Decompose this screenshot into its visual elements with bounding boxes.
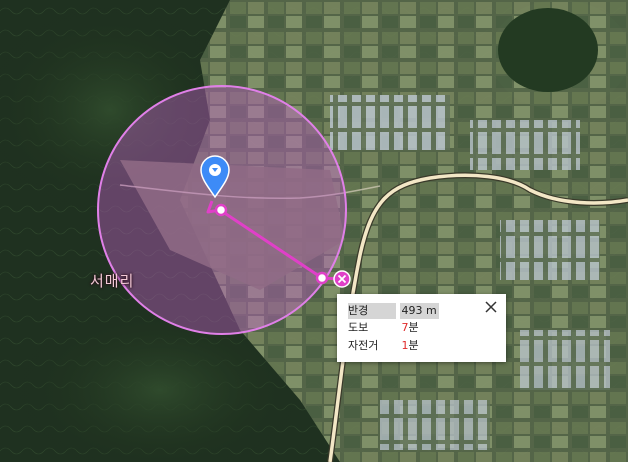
greenhouse-block bbox=[470, 120, 580, 170]
route-end-point[interactable] bbox=[315, 271, 329, 285]
bike-unit: 분 bbox=[408, 339, 419, 352]
bike-minutes: 1 bbox=[401, 339, 409, 352]
close-icon[interactable] bbox=[484, 300, 498, 314]
greenhouse-block bbox=[380, 400, 490, 450]
greenhouse-block bbox=[520, 330, 610, 390]
greenhouse-block bbox=[330, 95, 450, 150]
greenhouse-block bbox=[500, 220, 600, 280]
bike-time: 1분 bbox=[400, 338, 421, 354]
radius-row: 반경 493 m bbox=[348, 303, 439, 319]
walk-minutes: 7 bbox=[401, 321, 409, 334]
walk-row: 도보 7분 bbox=[348, 320, 421, 336]
bike-row: 자전거 1분 bbox=[348, 338, 421, 354]
wooded-knoll bbox=[498, 8, 598, 92]
distance-info-panel: 반경 493 m 도보 7분 자전거 1분 bbox=[337, 294, 506, 362]
route-start-point[interactable] bbox=[214, 203, 228, 217]
place-name-label: 서매리 bbox=[90, 272, 135, 290]
satellite-map[interactable] bbox=[0, 0, 628, 462]
walk-time: 7분 bbox=[400, 320, 421, 336]
bike-label: 자전거 bbox=[348, 339, 379, 352]
walk-label: 도보 bbox=[348, 321, 369, 334]
radius-value: 493 m bbox=[399, 303, 439, 319]
remove-point-icon[interactable] bbox=[333, 270, 351, 288]
radius-label: 반경 bbox=[348, 303, 396, 319]
walk-unit: 분 bbox=[408, 321, 419, 334]
